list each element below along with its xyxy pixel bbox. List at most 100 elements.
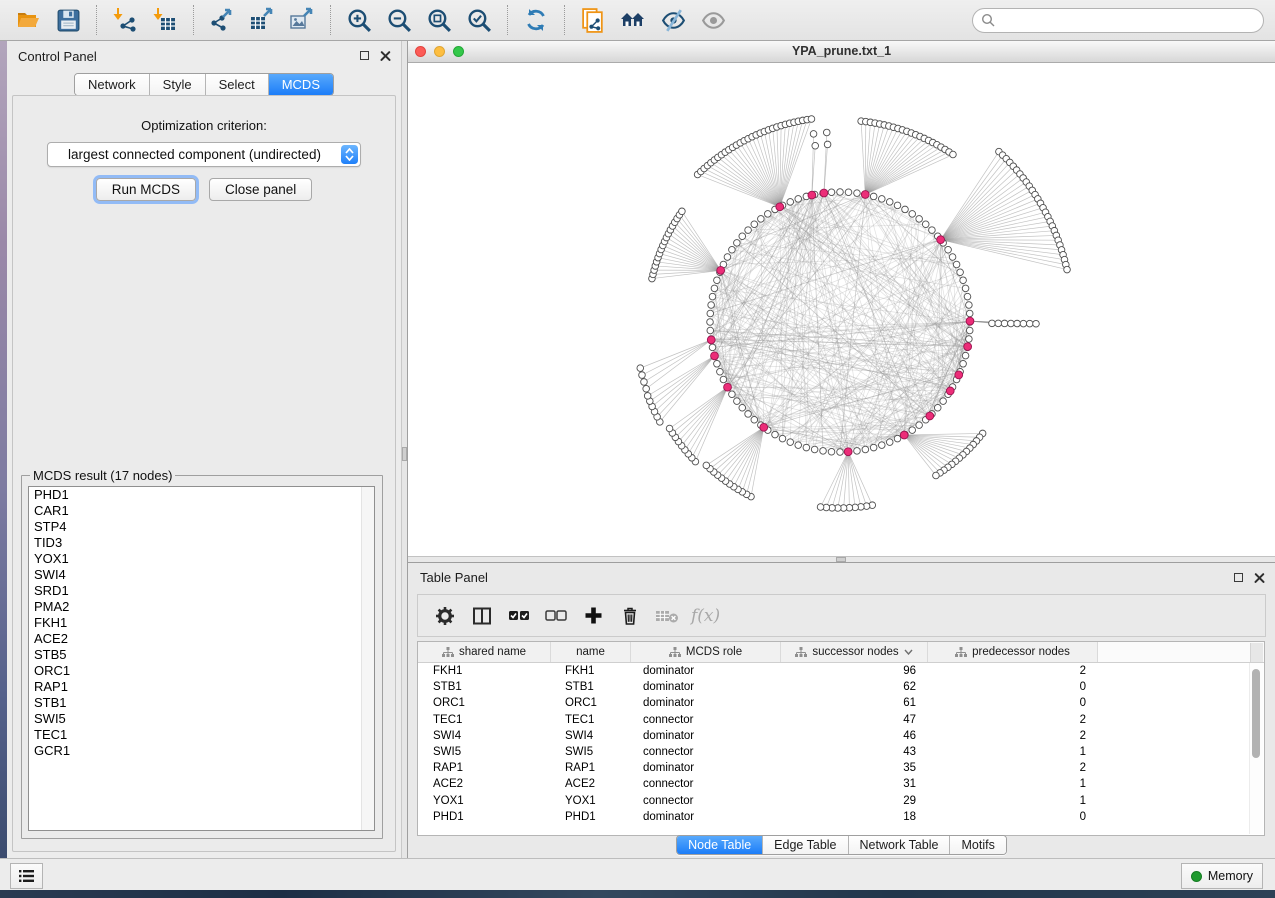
vertical-splitter[interactable] [401,41,408,858]
tab-network[interactable]: Network [75,74,149,95]
table-cell[interactable]: 31 [781,776,928,792]
table-cell[interactable]: ORC1 [418,695,551,711]
column-header-shared-name[interactable]: shared name [418,642,551,662]
table-row[interactable]: SWI5SWI5connector431 [418,744,1264,760]
network-canvas[interactable] [408,63,1275,556]
close-panel-icon[interactable] [1254,572,1265,583]
table-cell[interactable]: STB1 [418,679,551,695]
open-file-icon[interactable] [10,3,46,37]
save-session-icon[interactable] [50,3,86,37]
float-panel-icon[interactable] [1234,573,1243,582]
float-panel-icon[interactable] [360,51,369,60]
table-row[interactable]: YOX1YOX1connector291 [418,793,1264,809]
table-cell[interactable]: 96 [781,663,928,679]
table-cell[interactable]: RAP1 [551,760,631,776]
table-cell[interactable]: 61 [781,695,928,711]
table-row[interactable]: ORC1ORC1dominator610 [418,695,1264,711]
table-cell[interactable]: SWI5 [551,744,631,760]
table-cell[interactable]: connector [631,776,781,792]
tab-network-table[interactable]: Network Table [848,836,950,854]
table-row[interactable]: STB1STB1dominator620 [418,679,1264,695]
table-cell[interactable]: 47 [781,712,928,728]
close-panel-button[interactable]: Close panel [209,178,312,201]
table-cell[interactable]: SWI4 [418,728,551,744]
list-item[interactable]: PMA2 [29,599,374,615]
list-item[interactable]: GCR1 [29,743,374,759]
list-item[interactable]: PHD1 [29,487,374,503]
add-column-icon[interactable] [578,601,608,631]
search-input[interactable] [972,8,1264,33]
table-cell[interactable]: YOX1 [418,793,551,809]
list-item[interactable]: TID3 [29,535,374,551]
list-scrollbar[interactable] [361,487,374,830]
list-item[interactable]: SWI4 [29,567,374,583]
column-header-MCDS-role[interactable]: MCDS role [631,642,781,662]
table-scrollbar[interactable] [1249,663,1263,834]
table-cell[interactable]: connector [631,712,781,728]
table-cell[interactable]: dominator [631,695,781,711]
table-cell[interactable]: TEC1 [418,712,551,728]
list-item[interactable]: STB1 [29,695,374,711]
table-cell[interactable]: dominator [631,679,781,695]
list-item[interactable]: SWI5 [29,711,374,727]
select-all-icon[interactable] [504,601,534,631]
list-item[interactable]: FKH1 [29,615,374,631]
table-row[interactable]: PHD1PHD1dominator180 [418,809,1264,825]
table-cell[interactable]: ORC1 [551,695,631,711]
run-mcds-button[interactable]: Run MCDS [96,178,196,201]
tab-node-table[interactable]: Node Table [677,836,762,854]
list-item[interactable]: RAP1 [29,679,374,695]
table-cell[interactable]: 62 [781,679,928,695]
table-cell[interactable]: 2 [928,712,1098,728]
export-network-icon[interactable] [204,3,240,37]
tab-mcds[interactable]: MCDS [268,74,333,95]
tab-style[interactable]: Style [149,74,205,95]
refresh-layout-icon[interactable] [518,3,554,37]
list-item[interactable]: YOX1 [29,551,374,567]
zoom-out-icon[interactable] [381,3,417,37]
table-cell[interactable]: 0 [928,809,1098,825]
import-table-icon[interactable] [147,3,183,37]
table-cell[interactable]: 2 [928,760,1098,776]
table-cell[interactable]: dominator [631,809,781,825]
zoom-fit-icon[interactable] [421,3,457,37]
export-table-icon[interactable] [244,3,280,37]
hide-graphics-details-icon[interactable] [655,3,691,37]
table-row[interactable]: TEC1TEC1connector472 [418,712,1264,728]
table-cell[interactable]: 2 [928,663,1098,679]
table-cell[interactable]: PHD1 [418,809,551,825]
table-cell[interactable]: 1 [928,776,1098,792]
column-header-name[interactable]: name [551,642,631,662]
table-cell[interactable]: 29 [781,793,928,809]
tab-motifs[interactable]: Motifs [949,836,1005,854]
scrollbar-thumb[interactable] [1252,669,1260,758]
table-cell[interactable]: ACE2 [418,776,551,792]
table-cell[interactable]: PHD1 [551,809,631,825]
table-cell[interactable]: dominator [631,663,781,679]
table-cell[interactable]: SWI5 [418,744,551,760]
optimization-criterion-select[interactable]: largest connected component (undirected) [47,142,361,167]
table-cell[interactable]: 46 [781,728,928,744]
column-header-predecessor-nodes[interactable]: predecessor nodes [928,642,1098,662]
table-row[interactable]: SWI4SWI4dominator462 [418,728,1264,744]
close-panel-icon[interactable] [380,50,391,61]
table-cell[interactable]: connector [631,793,781,809]
table-cell[interactable]: STB1 [551,679,631,695]
tab-select[interactable]: Select [205,74,268,95]
table-cell[interactable]: YOX1 [551,793,631,809]
export-image-icon[interactable] [284,3,320,37]
table-row[interactable]: FKH1FKH1dominator962 [418,663,1264,679]
table-row[interactable]: RAP1RAP1dominator352 [418,760,1264,776]
table-cell[interactable]: 43 [781,744,928,760]
zoom-selected-icon[interactable] [461,3,497,37]
table-cell[interactable]: dominator [631,728,781,744]
list-item[interactable]: CAR1 [29,503,374,519]
list-item[interactable]: STB5 [29,647,374,663]
table-cell[interactable]: 18 [781,809,928,825]
tab-edge-table[interactable]: Edge Table [762,836,847,854]
table-cell[interactable]: TEC1 [551,712,631,728]
gear-icon[interactable] [430,601,460,631]
task-history-button[interactable] [10,863,43,889]
table-cell[interactable]: 1 [928,793,1098,809]
table-cell[interactable]: ACE2 [551,776,631,792]
